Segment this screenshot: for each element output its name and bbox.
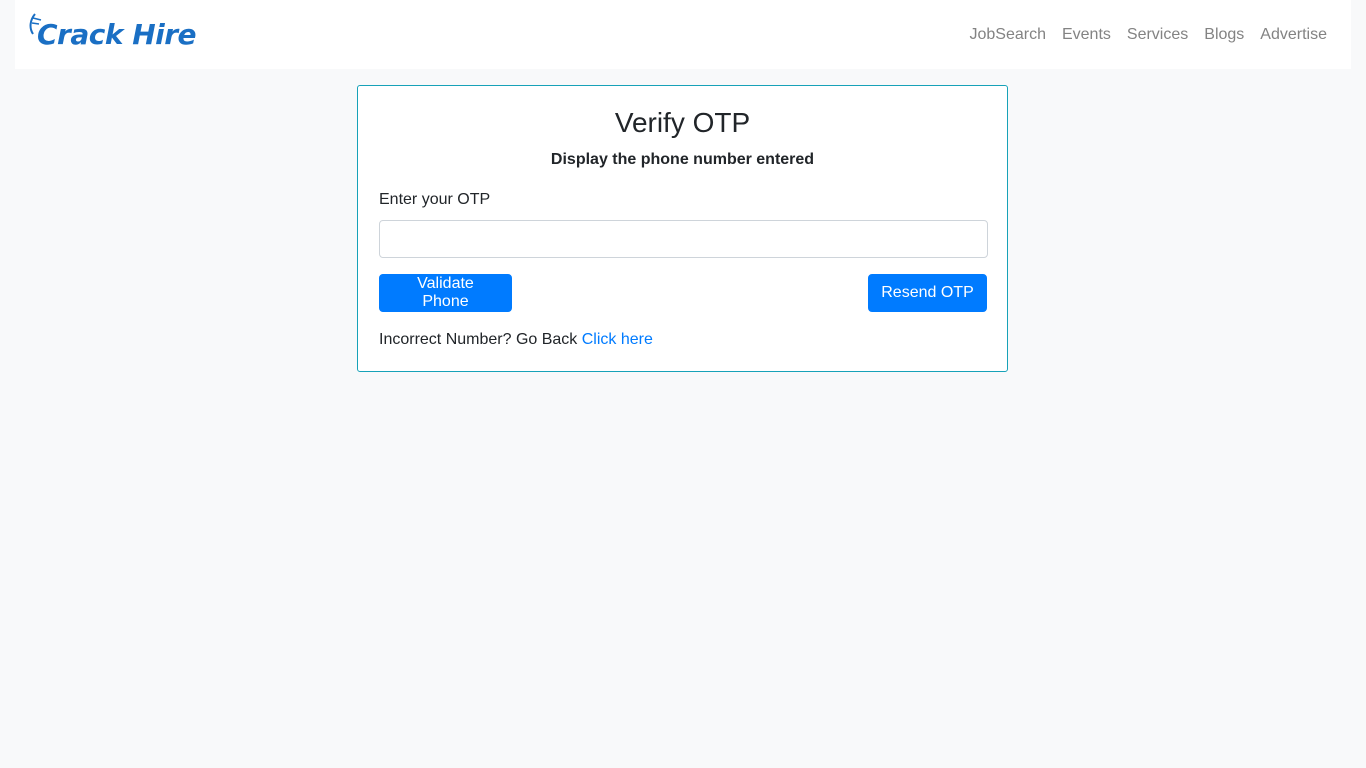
otp-label: Enter your OTP [379,191,491,208]
nav-item-services[interactable]: Services [1127,26,1188,44]
nav-item-blogs[interactable]: Blogs [1204,26,1244,44]
page-title: Verify OTP [614,107,751,138]
go-back-link[interactable]: Click here [582,331,653,348]
go-back-text: Incorrect Number? Go Back [379,331,578,348]
go-back-row: Incorrect Number? Go Back Click here [379,331,653,349]
nav-item-advertise[interactable]: Advertise [1260,26,1327,44]
validate-phone-button[interactable]: Validate Phone [379,274,512,312]
brand-name: Crack Hire [37,17,197,51]
otp-input[interactable] [379,220,988,258]
verify-otp-card: Verify OTP Display the phone number ente… [357,85,1008,372]
phone-number-display: Display the phone number entered [550,151,815,168]
brand-logo[interactable]: Crack Hire [29,10,197,54]
nav-item-events[interactable]: Events [1062,26,1111,44]
nav-item-jobsearch[interactable]: JobSearch [969,26,1046,44]
nav-menu: JobSearch Events Services Blogs Advertis… [969,0,1327,69]
logo-swoosh-icon [29,13,42,35]
resend-otp-button[interactable]: Resend OTP [868,274,987,312]
top-navbar: Crack Hire JobSearch Events Services Blo… [15,0,1351,69]
